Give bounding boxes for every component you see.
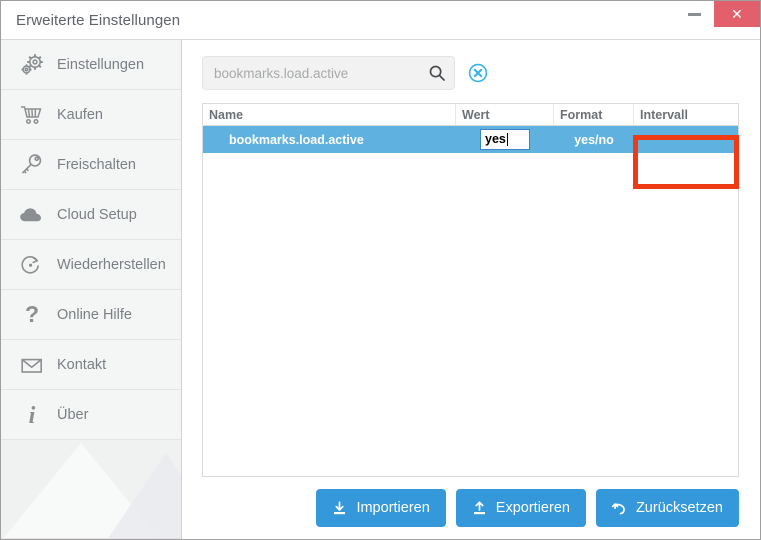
title-bar: Erweiterte Einstellungen ✕ <box>1 1 760 40</box>
svg-text:?: ? <box>25 303 39 327</box>
sidebar-item-kaufen[interactable]: Kaufen <box>1 90 181 140</box>
import-button[interactable]: Importieren <box>316 489 446 527</box>
sidebar: Einstellungen Kaufen Freischalten Cloud … <box>1 40 182 539</box>
search-field[interactable]: bookmarks.load.active <box>202 56 455 90</box>
clear-search-button[interactable] <box>468 63 488 83</box>
sidebar-item-label: Über <box>57 406 89 423</box>
sidebar-item-kontakt[interactable]: Kontakt <box>1 340 181 390</box>
minimize-icon <box>687 12 701 16</box>
table-header: Name Wert Format Intervall <box>203 104 738 126</box>
column-header-intervall[interactable]: Intervall <box>634 104 738 125</box>
advanced-settings-window: Erweiterte Einstellungen ✕ Einstellungen… <box>0 0 761 540</box>
sidebar-item-label: Einstellungen <box>57 56 145 73</box>
sidebar-item-label: Online Hilfe <box>57 306 132 323</box>
column-header-wert[interactable]: Wert <box>456 104 554 125</box>
reset-button-label: Zurücksetzen <box>635 500 723 516</box>
envelope-icon <box>13 353 51 377</box>
settings-table: Name Wert Format Intervall bookmarks.loa… <box>202 103 739 477</box>
key-icon <box>13 153 51 177</box>
sidebar-item-label: Cloud Setup <box>57 206 137 223</box>
sidebar-item-label: Kaufen <box>57 106 103 123</box>
wert-edit-value: yes <box>485 132 506 147</box>
sidebar-item-label: Freischalten <box>57 156 136 173</box>
close-button[interactable]: ✕ <box>714 1 760 27</box>
search-row: bookmarks.load.active <box>202 56 739 90</box>
sidebar-item-label: Kontakt <box>57 356 107 373</box>
reset-button[interactable]: Zurücksetzen <box>595 489 739 527</box>
cell-name[interactable]: bookmarks.load.active <box>203 126 456 153</box>
cart-icon <box>13 103 51 127</box>
column-header-format[interactable]: Format <box>554 104 634 125</box>
sidebar-decoration <box>1 440 181 539</box>
window-body: Einstellungen Kaufen Freischalten Cloud … <box>1 40 760 539</box>
question-mark-icon: ? <box>13 303 51 327</box>
sidebar-item-wiederherstellen[interactable]: Wiederherstellen <box>1 240 181 290</box>
cell-format[interactable]: yes/no <box>554 126 634 153</box>
gears-icon <box>13 53 51 77</box>
wert-edit-input[interactable]: yes <box>480 129 530 150</box>
close-icon: ✕ <box>731 6 743 22</box>
cell-intervall[interactable] <box>634 126 738 153</box>
sidebar-item-cloud-setup[interactable]: Cloud Setup <box>1 190 181 240</box>
cloud-icon <box>13 203 51 227</box>
sidebar-item-ueber[interactable]: i Über <box>1 390 181 440</box>
svg-text:i: i <box>29 403 36 427</box>
sidebar-item-einstellungen[interactable]: Einstellungen <box>1 40 181 90</box>
export-button-label: Exportieren <box>495 500 570 516</box>
sidebar-item-online-hilfe[interactable]: ? Online Hilfe <box>1 290 181 340</box>
reset-icon <box>611 501 627 516</box>
text-cursor <box>506 133 508 146</box>
search-input[interactable]: bookmarks.load.active <box>214 66 428 81</box>
info-icon: i <box>13 403 51 427</box>
table-row[interactable]: bookmarks.load.active yes yes/no <box>203 126 738 153</box>
window-controls: ✕ <box>674 1 760 27</box>
minimize-button[interactable] <box>674 1 714 27</box>
sidebar-item-freischalten[interactable]: Freischalten <box>1 140 181 190</box>
export-icon <box>472 500 487 516</box>
import-icon <box>332 500 347 516</box>
main-panel: bookmarks.load.active Name Wert Format I… <box>182 40 760 539</box>
column-header-name[interactable]: Name <box>203 104 456 125</box>
cell-wert[interactable]: yes <box>456 126 554 153</box>
restore-icon <box>13 253 51 277</box>
window-title: Erweiterte Einstellungen <box>16 11 181 29</box>
export-button[interactable]: Exportieren <box>455 489 586 527</box>
search-icon[interactable] <box>428 64 446 82</box>
import-button-label: Importieren <box>356 500 430 516</box>
sidebar-item-label: Wiederherstellen <box>57 256 166 273</box>
footer-buttons: Importieren Exportieren Zurücksetzen <box>202 477 739 539</box>
